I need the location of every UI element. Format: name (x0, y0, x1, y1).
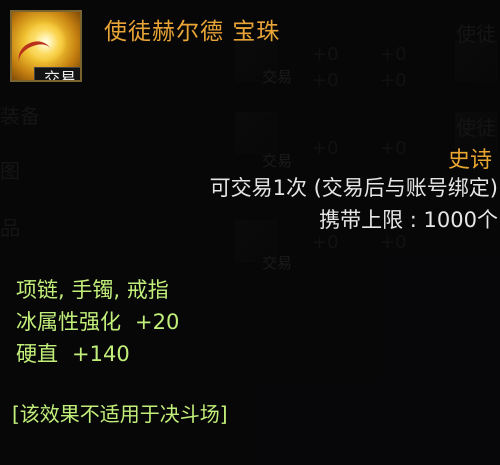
stat-name: 冰属性强化 (16, 310, 121, 334)
item-name: 使徒赫尔德 宝珠 (104, 19, 281, 45)
orb-icon: 交易 (10, 10, 82, 82)
stat-ice-enhance: 冰属性强化 +20 (16, 306, 179, 336)
stat-stagger: 硬直 +140 (16, 338, 130, 368)
stat-value: +140 (72, 342, 130, 366)
item-tooltip: 交易 使徒赫尔德 宝珠 史诗 可交易1次 (交易后与账号绑定) 携带上限 : 1… (0, 0, 500, 465)
stat-value: +20 (135, 310, 180, 334)
trade-badge: 交易 (34, 67, 80, 80)
trade-limit-text: 可交易1次 (交易后与账号绑定) (209, 176, 498, 200)
stat-name: 硬直 (16, 342, 58, 366)
carry-limit-text: 携带上限 : 1000个 (319, 208, 498, 232)
rarity-label: 史诗 (447, 148, 492, 173)
equip-slots-text: 项链, 手镯, 戒指 (16, 278, 169, 302)
effect-note: [该效果不适用于决斗场] (12, 402, 228, 426)
